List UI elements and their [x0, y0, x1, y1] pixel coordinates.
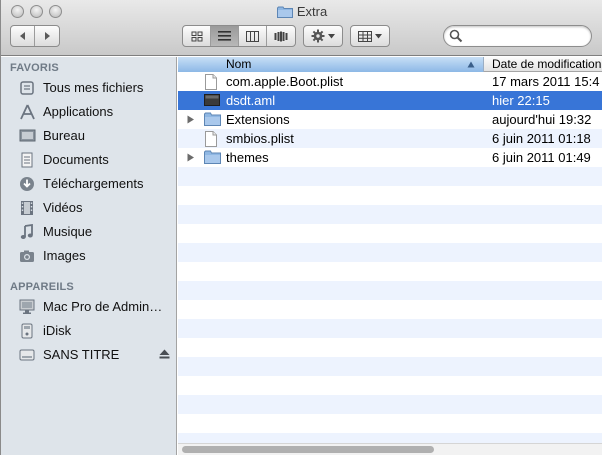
sidebar-item-label: Documents	[43, 152, 109, 167]
sidebar-section-appareils: APPAREILS	[10, 281, 74, 293]
file-name: com.apple.Boot.plist	[226, 74, 344, 89]
sidebar-item-label: SANS TITRE	[43, 347, 120, 362]
window-title-bar: Extra	[1, 3, 602, 21]
sidebar-item-pictures[interactable]: Images	[1, 245, 176, 267]
icon-view-button[interactable]	[183, 26, 211, 46]
sidebar-item-label: Mac Pro de Admin…	[43, 299, 163, 314]
file-row-extensions[interactable]: Extensions aujourd'hui 19:32	[178, 110, 602, 129]
file-row-smbios-plist[interactable]: smbios.plist 6 juin 2011 01:18	[178, 129, 602, 148]
disclosure-triangle-icon[interactable]	[187, 153, 195, 162]
gear-icon	[311, 29, 325, 43]
sidebar-item-label: Téléchargements	[43, 176, 144, 191]
sidebar: FAVORIS Tous mes fichiers Applications B…	[1, 57, 177, 455]
computer-icon	[18, 299, 36, 315]
folder-icon	[204, 112, 221, 126]
toolbar: Extra	[1, 0, 602, 56]
chevron-down-icon	[328, 33, 335, 38]
navigation-buttons	[10, 25, 60, 47]
sidebar-item-label: Vidéos	[43, 200, 83, 215]
forward-button[interactable]	[35, 26, 59, 46]
desktop-icon	[18, 128, 36, 144]
action-menu-button[interactable]	[303, 25, 343, 47]
sidebar-item-applications[interactable]: Applications	[1, 101, 176, 123]
all-files-icon	[18, 80, 36, 96]
file-date: 6 juin 2011 01:49	[492, 150, 591, 165]
view-mode-buttons	[182, 25, 296, 47]
folder-icon	[276, 6, 293, 18]
sidebar-item-all-files[interactable]: Tous mes fichiers	[1, 77, 176, 99]
pictures-icon	[18, 248, 36, 264]
search-field	[443, 25, 592, 47]
arrange-grid-icon	[358, 30, 372, 42]
cover-flow-button[interactable]	[267, 26, 295, 46]
idisk-icon	[18, 323, 36, 339]
finder-window: Extra FAVORIS Tous mes fichiers Applicat…	[0, 0, 602, 455]
horizontal-scrollbar[interactable]	[178, 443, 602, 455]
sidebar-section-favoris: FAVORIS	[10, 62, 59, 74]
file-row-dsdt-aml[interactable]: dsdt.aml hier 22:15	[178, 91, 602, 110]
window-title: Extra	[296, 4, 328, 19]
sidebar-item-music[interactable]: Musique	[1, 221, 176, 243]
list-view-icon	[218, 31, 231, 41]
column-view-icon	[246, 30, 259, 42]
file-list-pane: Nom Date de modification com.apple.Boot.…	[178, 57, 602, 455]
column-view-button[interactable]	[239, 26, 267, 46]
file-rows: com.apple.Boot.plist 17 mars 2011 15:4 d…	[178, 72, 602, 443]
arrange-menu-button[interactable]	[350, 25, 390, 47]
back-button[interactable]	[11, 26, 36, 46]
sidebar-item-downloads[interactable]: Téléchargements	[1, 173, 176, 195]
applications-icon	[18, 104, 36, 120]
file-name: themes	[226, 150, 269, 165]
sidebar-item-label: Tous mes fichiers	[43, 80, 144, 95]
sidebar-item-computer[interactable]: Mac Pro de Admin…	[1, 296, 176, 318]
column-header-date[interactable]: Date de modification	[485, 57, 602, 72]
file-date: 6 juin 2011 01:18	[492, 131, 591, 146]
list-view-button[interactable]	[211, 26, 239, 46]
icon-view-icon	[191, 31, 202, 41]
search-icon	[449, 29, 463, 43]
file-date: 17 mars 2011 15:4	[492, 74, 600, 89]
sidebar-item-label: Musique	[43, 224, 93, 239]
downloads-icon	[18, 176, 36, 192]
cover-flow-icon	[274, 31, 288, 41]
document-icon	[205, 131, 217, 147]
sidebar-item-sans-titre[interactable]: SANS TITRE	[1, 344, 176, 366]
drive-icon	[18, 347, 36, 363]
music-icon	[18, 224, 36, 240]
eject-icon[interactable]	[159, 349, 170, 359]
sidebar-item-documents[interactable]: Documents	[1, 149, 176, 171]
folder-icon	[204, 150, 221, 164]
search-input[interactable]	[466, 28, 586, 44]
column-header-date-label: Date de modification	[492, 57, 602, 71]
sidebar-item-idisk[interactable]: iDisk	[1, 320, 176, 342]
column-header-name[interactable]: Nom	[178, 57, 484, 72]
forward-arrow-icon	[45, 32, 50, 40]
file-date: hier 22:15	[492, 93, 550, 108]
file-name: smbios.plist	[226, 131, 294, 146]
movies-icon	[18, 200, 36, 216]
binary-file-icon	[204, 94, 220, 106]
scrollbar-thumb[interactable]	[182, 446, 434, 453]
file-date: aujourd'hui 19:32	[492, 112, 592, 127]
sidebar-item-label: Images	[43, 248, 86, 263]
sidebar-item-movies[interactable]: Vidéos	[1, 197, 176, 219]
file-name: Extensions	[226, 112, 290, 127]
sidebar-item-label: Bureau	[43, 128, 85, 143]
column-header-name-label: Nom	[226, 57, 252, 71]
file-name: dsdt.aml	[226, 93, 276, 108]
document-icon	[205, 74, 217, 90]
file-row-com-apple-boot-plist[interactable]: com.apple.Boot.plist 17 mars 2011 15:4	[178, 72, 602, 91]
column-header: Nom Date de modification	[178, 57, 602, 72]
chevron-down-icon	[375, 33, 382, 38]
sidebar-item-label: Applications	[43, 104, 114, 119]
disclosure-triangle-icon[interactable]	[187, 115, 195, 124]
back-arrow-icon	[19, 32, 25, 40]
documents-icon	[18, 152, 36, 168]
sort-ascending-icon	[467, 61, 475, 68]
file-row-themes[interactable]: themes 6 juin 2011 01:49	[178, 148, 602, 167]
sidebar-item-desktop[interactable]: Bureau	[1, 125, 176, 147]
sidebar-item-label: iDisk	[43, 323, 72, 338]
